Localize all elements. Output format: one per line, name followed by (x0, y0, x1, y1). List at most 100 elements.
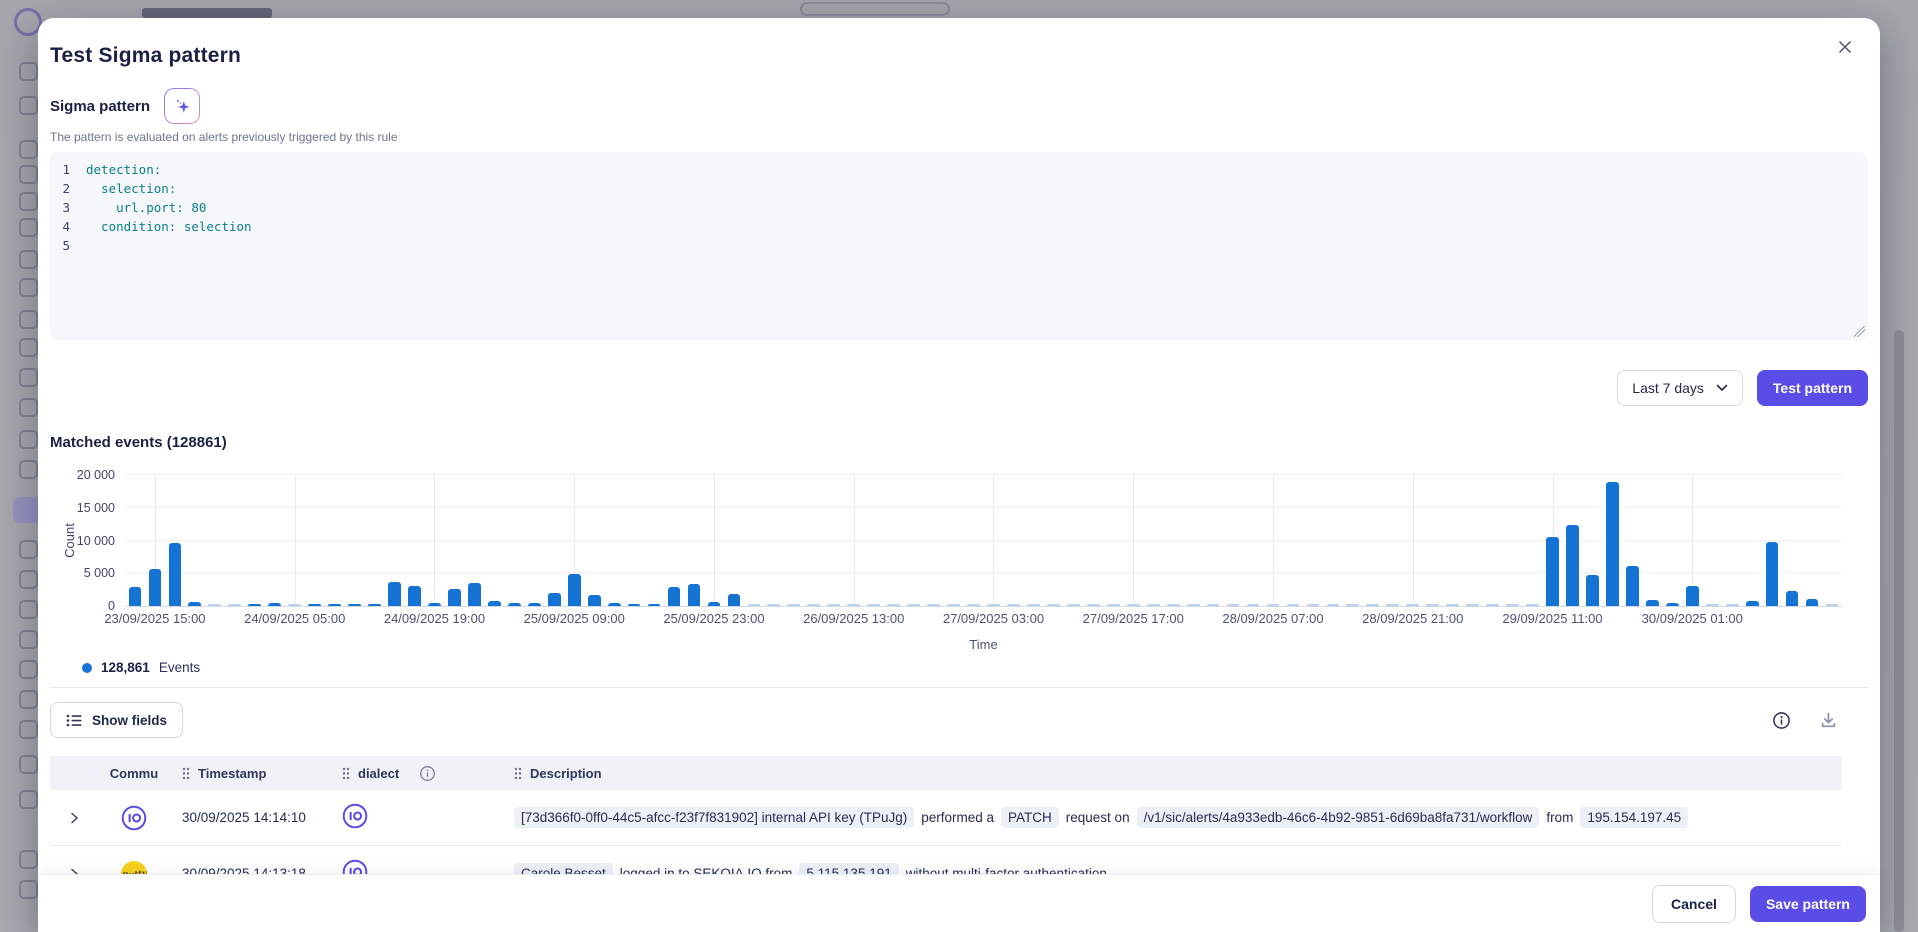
chart-bar[interactable] (588, 595, 601, 606)
chart-bar[interactable] (388, 582, 401, 606)
chart-bar[interactable] (1366, 604, 1379, 606)
chart-bar[interactable] (1586, 575, 1599, 606)
chart-bar[interactable] (348, 604, 361, 606)
drag-handle-icon[interactable] (514, 767, 522, 780)
chart-bar[interactable] (668, 587, 681, 606)
chart-bar[interactable] (448, 589, 461, 606)
save-pattern-button[interactable]: Save pattern (1750, 886, 1866, 922)
chart-bar[interactable] (328, 604, 341, 606)
chart-bar[interactable] (1626, 566, 1639, 606)
chart-bar[interactable] (149, 569, 162, 606)
chart-bar[interactable] (1227, 604, 1240, 606)
chart-bar[interactable] (1546, 537, 1559, 606)
chart-bar[interactable] (1107, 604, 1120, 606)
chart-bar[interactable] (1007, 604, 1020, 606)
chart-bar[interactable] (847, 604, 860, 606)
code-line[interactable]: 4 condition: selection (50, 217, 1868, 236)
chart-bar[interactable] (188, 602, 201, 606)
chart-bar[interactable] (688, 584, 701, 606)
chart-bar[interactable] (1426, 604, 1439, 606)
chart-bar[interactable] (907, 604, 920, 606)
chart-bar[interactable] (1446, 604, 1459, 606)
chart-bar[interactable] (1806, 599, 1819, 606)
table-row[interactable]: 30/09/2025 14:14:10[73d366f0-0ff0-44c5-a… (50, 790, 1842, 846)
chart-bar[interactable] (1027, 604, 1040, 606)
chart-bar[interactable] (1406, 604, 1419, 606)
chart-bar[interactable] (508, 603, 521, 606)
download-icon[interactable] (1819, 711, 1838, 730)
column-header-description[interactable]: Description (502, 766, 1842, 781)
chart-bar[interactable] (1786, 591, 1799, 606)
column-header-dialect[interactable]: dialect (330, 765, 502, 782)
chart-bar[interactable] (807, 604, 820, 606)
chart-bar[interactable] (1167, 604, 1180, 606)
chart-bar[interactable] (408, 586, 421, 606)
chart-bar[interactable] (1486, 604, 1499, 606)
chart-bar[interactable] (1746, 601, 1759, 606)
info-icon[interactable] (419, 765, 436, 782)
chart-bar[interactable] (1327, 604, 1340, 606)
cancel-button[interactable]: Cancel (1652, 885, 1736, 923)
chart-bar[interactable] (548, 593, 561, 606)
chart-bar[interactable] (1346, 604, 1359, 606)
chart-bar[interactable] (767, 604, 780, 606)
chart-bar[interactable] (1067, 604, 1080, 606)
chart-bar[interactable] (1147, 604, 1160, 606)
chart-bar[interactable] (528, 603, 541, 606)
chart-bar[interactable] (468, 583, 481, 606)
chart-bar[interactable] (1307, 604, 1320, 606)
chart-bar[interactable] (1386, 604, 1399, 606)
chart-bar[interactable] (1706, 604, 1719, 606)
code-line[interactable]: 3 url.port: 80 (50, 198, 1868, 217)
chart-bar[interactable] (568, 574, 581, 606)
code-line[interactable]: 5 (50, 236, 1868, 255)
column-header-timestamp[interactable]: Timestamp (170, 766, 330, 781)
chart-bar[interactable] (628, 604, 641, 607)
drag-handle-icon[interactable] (342, 767, 350, 780)
chart-bar[interactable] (268, 603, 281, 606)
chart-bar[interactable] (1207, 604, 1220, 606)
chart-bar[interactable] (1666, 603, 1679, 606)
chart-bar[interactable] (728, 594, 741, 606)
chart-bar[interactable] (927, 604, 940, 606)
chart-bar[interactable] (608, 603, 621, 606)
chart-bar[interactable] (887, 604, 900, 606)
chart-bar[interactable] (1506, 604, 1519, 606)
chart-bar[interactable] (648, 604, 661, 606)
chart-bar[interactable] (827, 604, 840, 606)
chart-bar[interactable] (288, 604, 301, 606)
expand-row-button[interactable] (50, 810, 98, 826)
chart-bar[interactable] (967, 604, 980, 606)
chart-bar[interactable] (1187, 604, 1200, 606)
chart-bar[interactable] (1247, 604, 1260, 606)
chart-bar[interactable] (987, 604, 1000, 606)
sigma-pattern-editor[interactable]: 1detection:2 selection:3 url.port: 804 c… (50, 152, 1868, 340)
close-icon[interactable] (1832, 34, 1858, 60)
chart-bar[interactable] (169, 543, 182, 606)
expand-row-button[interactable] (50, 866, 98, 875)
chart-bar[interactable] (708, 602, 721, 606)
chart-bar[interactable] (947, 604, 960, 606)
chart-bar[interactable] (748, 604, 761, 606)
chart-bar[interactable] (1287, 604, 1300, 606)
chart-bar[interactable] (787, 604, 800, 606)
chart-bar[interactable] (1646, 600, 1659, 606)
chart-bar[interactable] (1766, 542, 1779, 606)
chart-bar[interactable] (1087, 604, 1100, 606)
code-line[interactable]: 1detection: (50, 160, 1868, 179)
chart-bar[interactable] (208, 604, 221, 606)
chart-bar[interactable] (1826, 604, 1839, 606)
resize-grip[interactable] (1854, 326, 1865, 337)
chart-bar[interactable] (1526, 604, 1539, 606)
scrollbar[interactable] (1894, 330, 1904, 932)
chart-bar[interactable] (1047, 604, 1060, 606)
chart-bar[interactable] (368, 604, 381, 606)
chart-bar[interactable] (867, 604, 880, 606)
test-pattern-button[interactable]: Test pattern (1757, 370, 1868, 406)
column-header-community[interactable]: Commu (98, 766, 170, 781)
chart-bar[interactable] (488, 601, 501, 606)
ai-generate-button[interactable] (164, 88, 200, 124)
chart-bar[interactable] (1127, 604, 1140, 606)
chart-bar[interactable] (308, 604, 321, 606)
table-row[interactable]: Rutty30/09/2025 14:13:18Carole Bessetlog… (50, 846, 1842, 874)
